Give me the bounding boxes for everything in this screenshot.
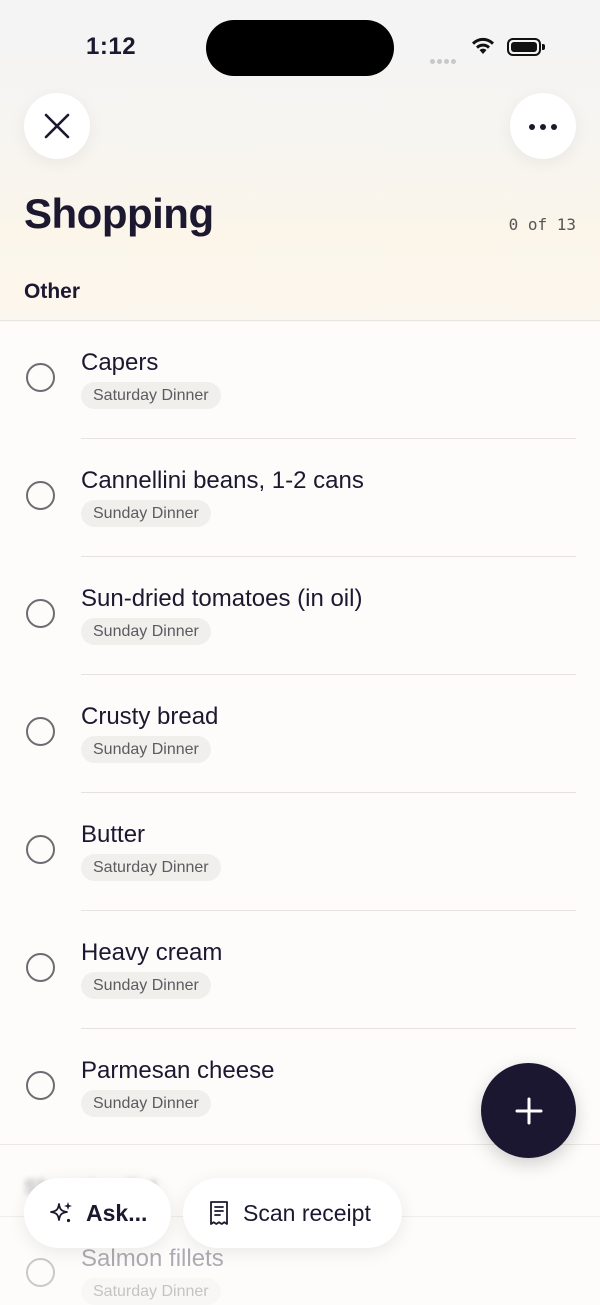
meal-tag: Sunday Dinner xyxy=(81,972,211,999)
item-name: Parmesan cheese xyxy=(81,1057,275,1084)
section-label-other: Other xyxy=(24,280,81,303)
meal-tag: Sunday Dinner xyxy=(81,500,211,527)
list-item[interactable]: Capers Saturday Dinner xyxy=(0,321,600,439)
checkbox[interactable] xyxy=(26,717,55,746)
cellular-signal-icon xyxy=(430,51,458,69)
receipt-icon xyxy=(207,1200,231,1226)
dynamic-island xyxy=(206,20,394,76)
meal-tag: Saturday Dinner xyxy=(81,1278,221,1305)
list-item[interactable]: Cannellini beans, 1-2 cans Sunday Dinner xyxy=(0,439,600,557)
close-icon xyxy=(44,113,70,139)
checkbox[interactable] xyxy=(26,363,55,392)
more-dots-icon xyxy=(527,117,560,135)
sparkle-icon xyxy=(48,1200,74,1226)
checkbox[interactable] xyxy=(26,1071,55,1100)
list-item[interactable]: Crusty bread Sunday Dinner xyxy=(0,675,600,793)
item-name: Salmon fillets xyxy=(81,1245,224,1272)
meal-tag: Sunday Dinner xyxy=(81,618,211,645)
ask-label: Ask... xyxy=(86,1199,148,1226)
checkbox[interactable] xyxy=(26,599,55,628)
battery-icon xyxy=(507,38,545,56)
checkbox[interactable] xyxy=(26,953,55,982)
plus-icon xyxy=(515,1097,542,1124)
status-bar: 1:12 xyxy=(0,0,600,95)
meal-tag: Sunday Dinner xyxy=(81,1090,211,1117)
checkbox[interactable] xyxy=(26,835,55,864)
list-item[interactable]: Butter Saturday Dinner xyxy=(0,793,600,911)
item-name: Capers xyxy=(81,349,159,376)
more-options-button[interactable] xyxy=(510,93,576,159)
item-name: Sun-dried tomatoes (in oil) xyxy=(81,585,363,612)
scan-receipt-button[interactable]: Scan receipt xyxy=(183,1178,402,1248)
status-time: 1:12 xyxy=(86,33,137,60)
item-name: Crusty bread xyxy=(81,703,219,730)
item-name: Butter xyxy=(81,821,146,848)
item-counter: 0 of 13 xyxy=(508,215,576,234)
ask-button[interactable]: Ask... xyxy=(24,1178,171,1248)
meal-tag: Sunday Dinner xyxy=(81,736,211,763)
shopping-list: Capers Saturday Dinner Cannellini beans,… xyxy=(0,321,600,1147)
checkbox[interactable] xyxy=(26,481,55,510)
close-button[interactable] xyxy=(24,93,90,159)
scan-receipt-label: Scan receipt xyxy=(243,1199,371,1226)
page-title: Shopping xyxy=(24,190,214,237)
item-name: Cannellini beans, 1-2 cans xyxy=(81,467,364,494)
wifi-icon xyxy=(470,36,496,61)
meal-tag: Saturday Dinner xyxy=(81,382,221,409)
add-item-button[interactable] xyxy=(481,1063,576,1158)
list-item[interactable]: Heavy cream Sunday Dinner xyxy=(0,911,600,1029)
meal-tag: Saturday Dinner xyxy=(81,854,221,881)
list-item[interactable]: Sun-dried tomatoes (in oil) Sunday Dinne… xyxy=(0,557,600,675)
item-name: Heavy cream xyxy=(81,939,223,966)
checkbox[interactable] xyxy=(26,1258,55,1287)
